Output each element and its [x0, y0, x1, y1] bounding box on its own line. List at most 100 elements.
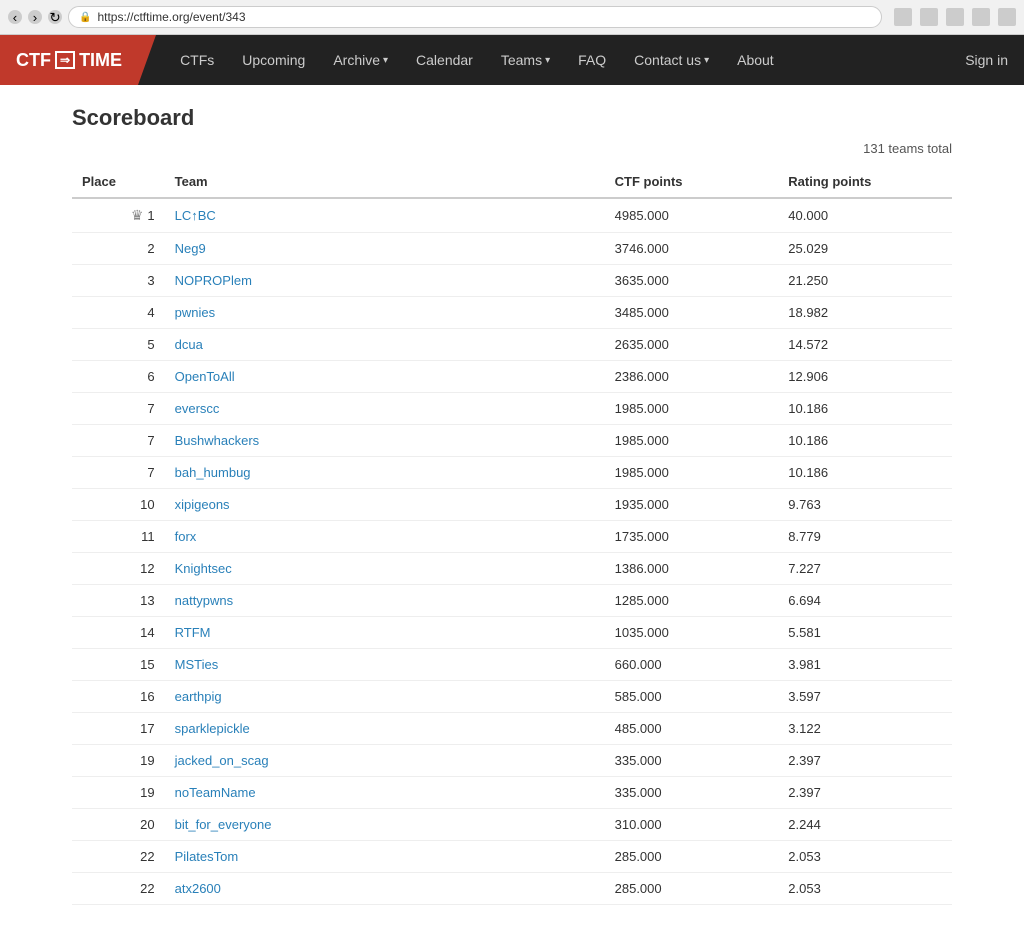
table-row: 10xipigeons1935.0009.763	[72, 489, 952, 521]
logo-text: CTF ⇒ TIME	[16, 50, 122, 71]
cast-icon[interactable]	[946, 8, 964, 26]
ctf-points-cell: 1985.000	[605, 425, 779, 457]
team-link[interactable]: LC↑BC	[175, 208, 216, 223]
team-link[interactable]: Neg9	[175, 241, 206, 256]
window-icon[interactable]	[972, 8, 990, 26]
header-rating-points: Rating points	[778, 166, 952, 198]
team-link[interactable]: dcua	[175, 337, 203, 352]
team-link[interactable]: nattypwns	[175, 593, 234, 608]
table-row: 13nattypwns1285.0006.694	[72, 585, 952, 617]
team-link[interactable]: OpenToAll	[175, 369, 235, 384]
team-link[interactable]: MSTies	[175, 657, 219, 672]
place-number: 12	[140, 561, 154, 576]
place-number: 22	[140, 881, 154, 896]
logo-time: TIME	[79, 50, 122, 71]
table-row: 12Knightsec1386.0007.227	[72, 553, 952, 585]
nav-upcoming[interactable]: Upcoming	[230, 35, 317, 85]
sign-in-link[interactable]: Sign in	[949, 35, 1024, 85]
teams-dropdown-arrow: ▾	[545, 55, 550, 66]
ctf-points-cell: 4985.000	[605, 198, 779, 233]
place-number: 2	[147, 241, 154, 256]
nav-contact[interactable]: Contact us ▾	[622, 35, 721, 85]
nav-calendar[interactable]: Calendar	[404, 35, 485, 85]
table-row: 7Bushwhackers1985.00010.186	[72, 425, 952, 457]
star-icon[interactable]	[894, 8, 912, 26]
address-bar[interactable]: 🔒 https://ctftime.org/event/343	[68, 6, 882, 28]
crown-icon: ♛	[131, 207, 144, 224]
table-row: 20bit_for_everyone310.0002.244	[72, 809, 952, 841]
team-link[interactable]: earthpig	[175, 689, 222, 704]
team-link[interactable]: RTFM	[175, 625, 211, 640]
teams-total: 131 teams total	[72, 141, 952, 156]
place-cell: 6	[72, 361, 165, 393]
firefox-icon[interactable]	[920, 8, 938, 26]
refresh-button[interactable]: ↻	[48, 10, 62, 24]
place-cell: 14	[72, 617, 165, 649]
nav-ctfs[interactable]: CTFs	[168, 35, 226, 85]
team-link[interactable]: Knightsec	[175, 561, 232, 576]
team-link[interactable]: everscc	[175, 401, 220, 416]
menu-icon[interactable]	[998, 8, 1016, 26]
nav-spacer	[786, 35, 949, 85]
rating-points-cell: 3.981	[778, 649, 952, 681]
ctf-points-cell: 660.000	[605, 649, 779, 681]
table-row: 3NOPROPlem3635.00021.250	[72, 265, 952, 297]
place-number: 16	[140, 689, 154, 704]
team-cell: pwnies	[165, 297, 605, 329]
team-cell: OpenToAll	[165, 361, 605, 393]
place-number: 14	[140, 625, 154, 640]
team-link[interactable]: forx	[175, 529, 197, 544]
rating-points-cell: 2.397	[778, 745, 952, 777]
back-button[interactable]: ‹	[8, 10, 22, 24]
place-number: 3	[147, 273, 154, 288]
team-link[interactable]: jacked_on_scag	[175, 753, 269, 768]
place-cell: 12	[72, 553, 165, 585]
nav-archive[interactable]: Archive ▾	[321, 35, 400, 85]
rating-points-cell: 21.250	[778, 265, 952, 297]
team-link[interactable]: atx2600	[175, 881, 221, 896]
ctf-points-cell: 1735.000	[605, 521, 779, 553]
contact-dropdown-arrow: ▾	[704, 55, 709, 66]
nav-about[interactable]: About	[725, 35, 786, 85]
header-place: Place	[72, 166, 165, 198]
team-link[interactable]: Bushwhackers	[175, 433, 260, 448]
team-link[interactable]: PilatesTom	[175, 849, 239, 864]
place-number: 15	[140, 657, 154, 672]
table-row: 22atx2600285.0002.053	[72, 873, 952, 905]
rating-points-cell: 9.763	[778, 489, 952, 521]
rating-points-cell: 12.906	[778, 361, 952, 393]
ctf-points-cell: 3485.000	[605, 297, 779, 329]
table-row: 7bah_humbug1985.00010.186	[72, 457, 952, 489]
team-link[interactable]: bit_for_everyone	[175, 817, 272, 832]
place-cell: 19	[72, 745, 165, 777]
place-number: 13	[140, 593, 154, 608]
team-link[interactable]: sparklepickle	[175, 721, 250, 736]
place-cell: 17	[72, 713, 165, 745]
logo[interactable]: CTF ⇒ TIME	[0, 35, 138, 85]
team-link[interactable]: bah_humbug	[175, 465, 251, 480]
browser-toolbar: ‹ › ↻ 🔒 https://ctftime.org/event/343	[0, 0, 1024, 34]
nav-teams[interactable]: Teams ▾	[489, 35, 562, 85]
table-body: ♛1LC↑BC4985.00040.0002Neg93746.00025.029…	[72, 198, 952, 905]
table-row: 5dcua2635.00014.572	[72, 329, 952, 361]
rating-points-cell: 2.053	[778, 873, 952, 905]
team-link[interactable]: pwnies	[175, 305, 215, 320]
url-text: https://ctftime.org/event/343	[97, 10, 245, 24]
place-number: 17	[140, 721, 154, 736]
rating-points-cell: 2.053	[778, 841, 952, 873]
place-number: 10	[140, 497, 154, 512]
team-link[interactable]: noTeamName	[175, 785, 256, 800]
forward-button[interactable]: ›	[28, 10, 42, 24]
place-cell: 2	[72, 233, 165, 265]
team-link[interactable]: NOPROPlem	[175, 273, 252, 288]
team-cell: NOPROPlem	[165, 265, 605, 297]
table-row: 4pwnies3485.00018.982	[72, 297, 952, 329]
ctf-points-cell: 585.000	[605, 681, 779, 713]
place-cell: 11	[72, 521, 165, 553]
team-link[interactable]: xipigeons	[175, 497, 230, 512]
nav-faq[interactable]: FAQ	[566, 35, 618, 85]
table-row: 19jacked_on_scag335.0002.397	[72, 745, 952, 777]
main-content: Scoreboard 131 teams total Place Team CT…	[32, 85, 992, 925]
table-row: 22PilatesTom285.0002.053	[72, 841, 952, 873]
place-number: 1	[147, 208, 154, 223]
